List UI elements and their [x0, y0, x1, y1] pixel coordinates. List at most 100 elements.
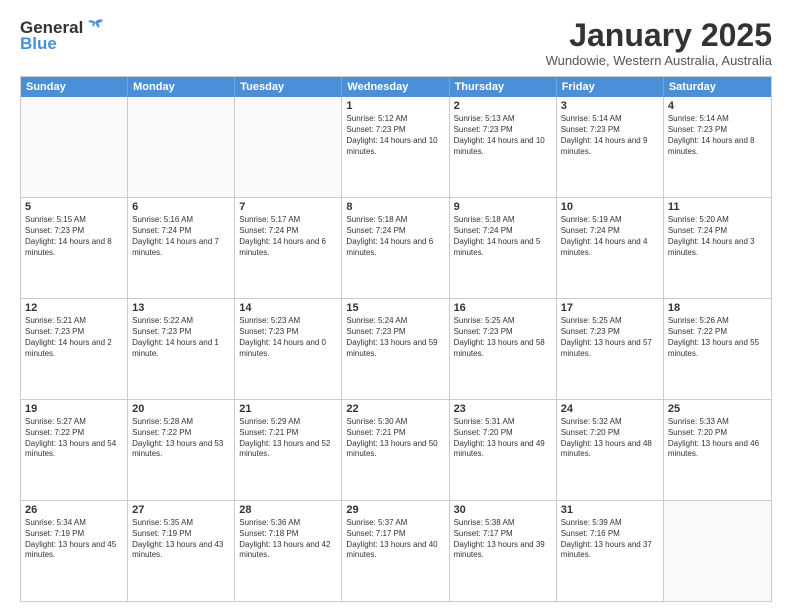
cell-info: Sunrise: 5:17 AMSunset: 7:24 PMDaylight:…	[239, 215, 337, 258]
day-number: 31	[561, 504, 659, 516]
cell-info: Sunrise: 5:33 AMSunset: 7:20 PMDaylight:…	[668, 417, 767, 460]
table-row: 20Sunrise: 5:28 AMSunset: 7:22 PMDayligh…	[128, 400, 235, 500]
table-row: 15Sunrise: 5:24 AMSunset: 7:23 PMDayligh…	[342, 299, 449, 399]
table-row: 5 Sunrise: 5:15 AMSunset: 7:23 PMDaylight…	[21, 198, 128, 298]
cell-info: Sunrise: 5:23 AMSunset: 7:23 PMDaylight:…	[239, 316, 337, 359]
cell-info: Sunrise: 5:15 AMSunset: 7:23 PMDaylight:…	[25, 215, 123, 258]
cell-info: Sunrise: 5:16 AMSunset: 7:24 PMDaylight:…	[132, 215, 230, 258]
day-number: 18	[668, 302, 767, 314]
table-row: 6 Sunrise: 5:16 AMSunset: 7:24 PMDaylight…	[128, 198, 235, 298]
cell-info: Sunrise: 5:34 AMSunset: 7:19 PMDaylight:…	[25, 518, 123, 561]
day-number: 14	[239, 302, 337, 314]
week-row-4: 19Sunrise: 5:27 AMSunset: 7:22 PMDayligh…	[21, 400, 771, 501]
table-row: 18 Sunrise: 5:26 AMSunset: 7:22 PMDayligh…	[664, 299, 771, 399]
table-row	[235, 97, 342, 197]
day-number: 25	[668, 403, 767, 415]
day-number: 23	[454, 403, 552, 415]
table-row: 19Sunrise: 5:27 AMSunset: 7:22 PMDayligh…	[21, 400, 128, 500]
day-number: 30	[454, 504, 552, 516]
table-row: 24Sunrise: 5:32 AMSunset: 7:20 PMDayligh…	[557, 400, 664, 500]
cell-info: Sunrise: 5:21 AMSunset: 7:23 PMDaylight:…	[25, 316, 123, 359]
table-row	[21, 97, 128, 197]
table-row: 25 Sunrise: 5:33 AMSunset: 7:20 PMDayligh…	[664, 400, 771, 500]
cell-info: Sunrise: 5:29 AMSunset: 7:21 PMDaylight:…	[239, 417, 337, 460]
day-header-monday: Monday	[128, 77, 235, 97]
day-number: 19	[25, 403, 123, 415]
table-row: 16 Sunrise: 5:25 AMSunset: 7:23 PMDayligh…	[450, 299, 557, 399]
day-number: 27	[132, 504, 230, 516]
day-number: 21	[239, 403, 337, 415]
logo-bird-icon	[85, 18, 105, 34]
table-row: 3Sunrise: 5:14 AMSunset: 7:23 PMDaylight…	[557, 97, 664, 197]
table-row: 14 Sunrise: 5:23 AMSunset: 7:23 PMDayligh…	[235, 299, 342, 399]
day-number: 13	[132, 302, 230, 314]
day-number: 28	[239, 504, 337, 516]
calendar-body: 1 Sunrise: 5:12 AMSunset: 7:23 PMDaylight…	[21, 97, 771, 601]
logo-blue: Blue	[20, 34, 57, 54]
cell-info: Sunrise: 5:37 AMSunset: 7:17 PMDaylight:…	[346, 518, 444, 561]
day-number: 16	[454, 302, 552, 314]
table-row: 12 Sunrise: 5:21 AMSunset: 7:23 PMDayligh…	[21, 299, 128, 399]
day-number: 29	[346, 504, 444, 516]
day-header-tuesday: Tuesday	[235, 77, 342, 97]
cell-info: Sunrise: 5:25 AMSunset: 7:23 PMDaylight:…	[561, 316, 659, 359]
cell-info: Sunrise: 5:14 AMSunset: 7:23 PMDaylight:…	[668, 114, 767, 157]
week-row-2: 5 Sunrise: 5:15 AMSunset: 7:23 PMDaylight…	[21, 198, 771, 299]
table-row: 26 Sunrise: 5:34 AMSunset: 7:19 PMDayligh…	[21, 501, 128, 601]
cell-info: Sunrise: 5:26 AMSunset: 7:22 PMDaylight:…	[668, 316, 767, 359]
cell-info: Sunrise: 5:35 AMSunset: 7:19 PMDaylight:…	[132, 518, 230, 561]
week-row-1: 1 Sunrise: 5:12 AMSunset: 7:23 PMDaylight…	[21, 97, 771, 198]
day-number: 6	[132, 201, 230, 213]
table-row: 1 Sunrise: 5:12 AMSunset: 7:23 PMDaylight…	[342, 97, 449, 197]
table-row: 23 Sunrise: 5:31 AMSunset: 7:20 PMDayligh…	[450, 400, 557, 500]
day-number: 3	[561, 100, 659, 112]
table-row: 21 Sunrise: 5:29 AMSunset: 7:21 PMDayligh…	[235, 400, 342, 500]
calendar-header: SundayMondayTuesdayWednesdayThursdayFrid…	[21, 77, 771, 97]
table-row: 29 Sunrise: 5:37 AMSunset: 7:17 PMDayligh…	[342, 501, 449, 601]
cell-info: Sunrise: 5:30 AMSunset: 7:21 PMDaylight:…	[346, 417, 444, 460]
table-row: 4 Sunrise: 5:14 AMSunset: 7:23 PMDaylight…	[664, 97, 771, 197]
table-row: 17 Sunrise: 5:25 AMSunset: 7:23 PMDayligh…	[557, 299, 664, 399]
header: General Blue January 2025 Wundowie, West…	[20, 18, 772, 68]
day-number: 26	[25, 504, 123, 516]
logo: General Blue	[20, 18, 105, 54]
day-number: 24	[561, 403, 659, 415]
cell-info: Sunrise: 5:12 AMSunset: 7:23 PMDaylight:…	[346, 114, 444, 157]
cell-info: Sunrise: 5:36 AMSunset: 7:18 PMDaylight:…	[239, 518, 337, 561]
day-number: 5	[25, 201, 123, 213]
table-row: 8Sunrise: 5:18 AMSunset: 7:24 PMDaylight…	[342, 198, 449, 298]
title-area: January 2025 Wundowie, Western Australia…	[546, 18, 772, 68]
cell-info: Sunrise: 5:20 AMSunset: 7:24 PMDaylight:…	[668, 215, 767, 258]
week-row-3: 12 Sunrise: 5:21 AMSunset: 7:23 PMDayligh…	[21, 299, 771, 400]
table-row: 13Sunrise: 5:22 AMSunset: 7:23 PMDayligh…	[128, 299, 235, 399]
day-number: 22	[346, 403, 444, 415]
cell-info: Sunrise: 5:38 AMSunset: 7:17 PMDaylight:…	[454, 518, 552, 561]
month-title: January 2025	[546, 18, 772, 53]
day-number: 17	[561, 302, 659, 314]
cell-info: Sunrise: 5:18 AMSunset: 7:24 PMDaylight:…	[454, 215, 552, 258]
table-row: 22 Sunrise: 5:30 AMSunset: 7:21 PMDayligh…	[342, 400, 449, 500]
day-header-friday: Friday	[557, 77, 664, 97]
page: General Blue January 2025 Wundowie, West…	[0, 0, 792, 612]
cell-info: Sunrise: 5:25 AMSunset: 7:23 PMDaylight:…	[454, 316, 552, 359]
table-row: 7Sunrise: 5:17 AMSunset: 7:24 PMDaylight…	[235, 198, 342, 298]
day-number: 4	[668, 100, 767, 112]
table-row: 31Sunrise: 5:39 AMSunset: 7:16 PMDayligh…	[557, 501, 664, 601]
table-row: 27 Sunrise: 5:35 AMSunset: 7:19 PMDayligh…	[128, 501, 235, 601]
table-row: 9 Sunrise: 5:18 AMSunset: 7:24 PMDaylight…	[450, 198, 557, 298]
table-row: 30 Sunrise: 5:38 AMSunset: 7:17 PMDayligh…	[450, 501, 557, 601]
day-number: 15	[346, 302, 444, 314]
day-number: 20	[132, 403, 230, 415]
table-row	[664, 501, 771, 601]
cell-info: Sunrise: 5:19 AMSunset: 7:24 PMDaylight:…	[561, 215, 659, 258]
day-header-thursday: Thursday	[450, 77, 557, 97]
table-row	[128, 97, 235, 197]
cell-info: Sunrise: 5:31 AMSunset: 7:20 PMDaylight:…	[454, 417, 552, 460]
day-number: 1	[346, 100, 444, 112]
cell-info: Sunrise: 5:13 AMSunset: 7:23 PMDaylight:…	[454, 114, 552, 157]
day-number: 9	[454, 201, 552, 213]
day-number: 12	[25, 302, 123, 314]
table-row: 11Sunrise: 5:20 AMSunset: 7:24 PMDayligh…	[664, 198, 771, 298]
day-number: 8	[346, 201, 444, 213]
table-row: 2Sunrise: 5:13 AMSunset: 7:23 PMDaylight…	[450, 97, 557, 197]
